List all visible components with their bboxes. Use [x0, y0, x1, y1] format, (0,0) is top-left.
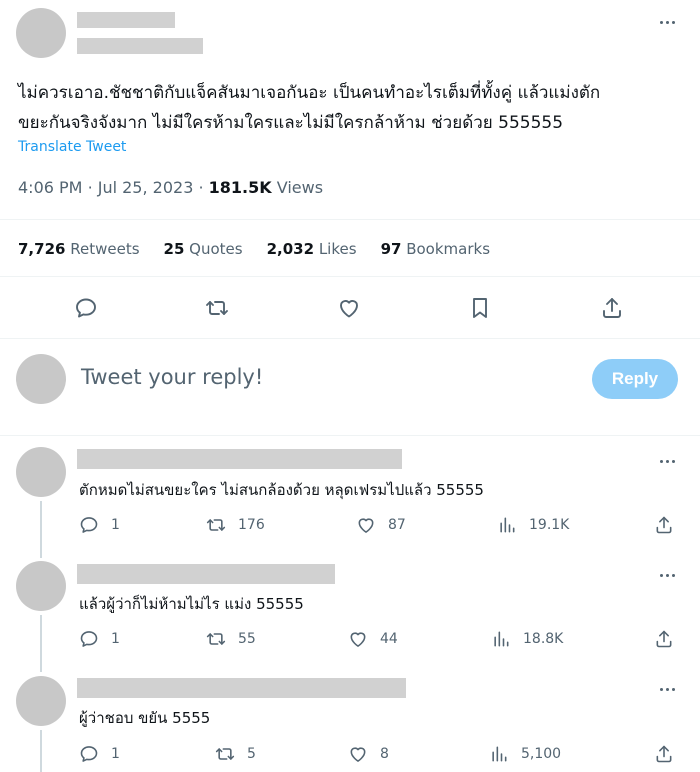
views-label: Views — [276, 178, 324, 197]
retweet-count: 5 — [247, 746, 256, 762]
bookmarks-stat[interactable]: 97 Bookmarks — [381, 240, 490, 258]
reply-count: 1 — [111, 517, 120, 533]
reply-count: 1 — [111, 631, 120, 647]
views-icon — [489, 744, 509, 764]
views-count: 19.1K — [529, 517, 570, 533]
comment-views-action[interactable]: 5,100 — [489, 744, 561, 764]
meta-separator: · — [198, 178, 209, 197]
like-icon — [348, 629, 368, 649]
commenter-name-redacted[interactable] — [77, 449, 402, 469]
engagement-stats: 7,726 Retweets 25 Quotes 2,032 Likes 97 … — [18, 240, 514, 258]
reply-button[interactable]: Reply — [592, 359, 678, 399]
tweet-text: ไม่ควรเอาอ.ชัชชาติกับแจ็คสันมาเจอกันอะ เ… — [18, 78, 688, 138]
share-icon — [654, 515, 674, 535]
retweet-count: 176 — [238, 517, 265, 533]
comment-views-action[interactable]: 18.8K — [491, 629, 563, 649]
retweet-icon — [215, 744, 235, 764]
bookmark-icon[interactable] — [468, 296, 492, 320]
share-icon[interactable] — [600, 296, 624, 320]
like-icon — [356, 515, 376, 535]
thread-line — [40, 615, 42, 672]
comment-views-action[interactable]: 19.1K — [497, 515, 569, 535]
divider — [0, 338, 700, 339]
meta-separator: · — [87, 178, 98, 197]
user-avatar — [16, 354, 66, 404]
views-count: 5,100 — [521, 746, 562, 762]
likes-stat[interactable]: 2,032 Likes — [267, 240, 357, 258]
comment-like-action[interactable]: 44 — [348, 629, 398, 649]
comment-share-action[interactable] — [654, 744, 674, 764]
commenter-avatar[interactable] — [16, 676, 66, 726]
comment-reply-action[interactable]: 1 — [79, 629, 120, 649]
tweet-time[interactable]: 4:06 PM — [18, 178, 82, 197]
tweet-meta: 4:06 PM · Jul 25, 2023 · 181.5K Views — [18, 178, 323, 197]
share-icon — [654, 629, 674, 649]
reply-icon — [79, 515, 99, 535]
comment-reply-action[interactable]: 1 — [79, 515, 120, 535]
retweet-count: 55 — [238, 631, 256, 647]
comment-more-icon[interactable] — [660, 567, 675, 583]
views-icon — [497, 515, 517, 535]
quotes-stat[interactable]: 25 Quotes — [164, 240, 243, 258]
views-count: 18.8K — [523, 631, 564, 647]
commenter-avatar[interactable] — [16, 447, 66, 497]
like-icon[interactable] — [337, 296, 361, 320]
comment-reply-action[interactable]: 1 — [79, 744, 120, 764]
comment-retweet-action[interactable]: 176 — [206, 515, 265, 535]
reply-icon — [79, 629, 99, 649]
reply-count: 1 — [111, 746, 120, 762]
author-handle-redacted[interactable] — [77, 38, 203, 54]
comment-text: ผู้ว่าชอบ ขยัน 5555 — [79, 709, 211, 727]
comment-text: แล้วผู้ว่าก็ไม่ห้ามไม่ไร แม่ง 55555 — [79, 595, 304, 613]
comment-more-icon[interactable] — [660, 681, 675, 697]
tweet-text-line-1: ไม่ควรเอาอ.ชัชชาติกับแจ็คสันมาเจอกันอะ เ… — [18, 83, 601, 103]
views-count: 181.5K — [208, 178, 272, 197]
author-avatar[interactable] — [16, 8, 66, 58]
like-count: 87 — [388, 517, 406, 533]
commenter-name-redacted[interactable] — [77, 564, 335, 584]
reply-icon — [79, 744, 99, 764]
thread-line — [40, 730, 42, 772]
divider — [0, 276, 700, 277]
thread-line — [40, 501, 42, 558]
commenter-name-redacted[interactable] — [77, 678, 406, 698]
comment-more-icon[interactable] — [660, 453, 675, 469]
comment-like-action[interactable]: 8 — [348, 744, 389, 764]
translate-tweet-link[interactable]: Translate Tweet — [18, 139, 126, 155]
share-icon — [654, 744, 674, 764]
like-count: 44 — [380, 631, 398, 647]
reply-input[interactable]: Tweet your reply! — [81, 365, 263, 389]
divider — [0, 219, 700, 220]
tweet-date[interactable]: Jul 25, 2023 — [98, 178, 194, 197]
like-icon — [348, 744, 368, 764]
views-icon — [491, 629, 511, 649]
comment-retweet-action[interactable]: 5 — [215, 744, 256, 764]
commenter-avatar[interactable] — [16, 561, 66, 611]
retweets-stat[interactable]: 7,726 Retweets — [18, 240, 140, 258]
author-name-redacted[interactable] — [77, 12, 175, 28]
reply-icon[interactable] — [74, 296, 98, 320]
comment-retweet-action[interactable]: 55 — [206, 629, 256, 649]
retweet-icon — [206, 629, 226, 649]
retweet-icon[interactable] — [205, 296, 229, 320]
retweet-icon — [206, 515, 226, 535]
comment-share-action[interactable] — [654, 629, 674, 649]
divider — [0, 435, 700, 436]
comment-text: ตักหมดไม่สนขยะใคร ไม่สนกล้องด้วย หลุดเฟร… — [79, 481, 484, 499]
comment-share-action[interactable] — [654, 515, 674, 535]
like-count: 8 — [380, 746, 389, 762]
tweet-more-icon[interactable] — [660, 14, 675, 30]
comment-like-action[interactable]: 87 — [356, 515, 406, 535]
tweet-text-line-2: ขยะกันจริงจังมาก ไม่มีใครห้ามใครและไม่มี… — [18, 113, 564, 133]
